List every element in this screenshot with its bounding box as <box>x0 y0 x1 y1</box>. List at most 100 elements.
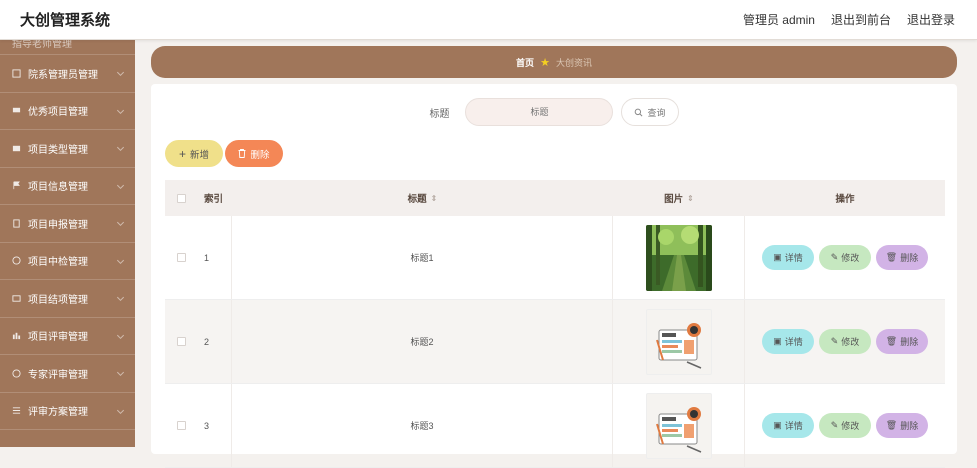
logout-link[interactable]: 退出登录 <box>907 11 955 28</box>
list-icon <box>12 145 21 151</box>
mail-icon <box>12 295 21 302</box>
detail-button[interactable]: ▣ 详情 <box>762 245 814 270</box>
sidebar-item-label: 项目中检管理 <box>28 257 88 269</box>
delete-row-button[interactable]: 🗑 删除 <box>876 329 928 354</box>
trash-icon: 🗑 <box>885 420 898 430</box>
chevron-down-icon <box>116 369 125 377</box>
chevron-down-icon <box>116 144 125 152</box>
search-button[interactable]: 查询 <box>621 98 679 126</box>
table-row: 2 标题2 ▣ 详情 ✎ 修改 🗑 删除 <box>165 300 945 384</box>
building-icon <box>12 69 21 78</box>
row-thumbnail <box>645 392 712 459</box>
remove-label: 删除 <box>900 337 919 347</box>
sidebar-item-dept-admin[interactable]: 院系管理员管理 <box>0 55 135 93</box>
batch-delete-button[interactable]: 删除 <box>225 140 283 167</box>
remove-label: 删除 <box>900 253 919 263</box>
remove-label: 删除 <box>900 421 919 431</box>
row-checkbox[interactable] <box>177 337 186 346</box>
sidebar-item-label: 评审方案管理 <box>28 407 88 419</box>
sidebar-item-type[interactable]: 项目类型管理 <box>0 130 135 168</box>
user-label: 管理员 admin <box>742 13 815 27</box>
row-checkbox[interactable] <box>177 421 186 430</box>
detail-icon: ▣ <box>773 420 782 430</box>
monitor-icon <box>12 108 21 113</box>
delete-row-button[interactable]: 🗑 删除 <box>876 413 928 438</box>
search-label: 标题 <box>429 108 450 120</box>
delete-button-label: 删除 <box>250 149 270 161</box>
search-input[interactable] <box>465 98 614 126</box>
menu-icon <box>12 407 21 414</box>
detail-icon: ▣ <box>773 252 782 262</box>
sidebar-item-excellent[interactable]: 优秀项目管理 <box>0 93 135 130</box>
detail-button[interactable]: ▣ 详情 <box>762 329 814 354</box>
header-title[interactable]: 标题 <box>408 191 427 205</box>
header-index: 索引 <box>204 194 224 205</box>
pencil-icon: ✎ <box>830 252 839 262</box>
sidebar-item-midcheck[interactable]: 项目中检管理 <box>0 243 135 280</box>
to-front-link[interactable]: 退出到前台 <box>831 11 891 28</box>
add-button-label: 新增 <box>190 149 210 161</box>
row-title: 标题2 <box>410 337 434 347</box>
sidebar-item-info[interactable]: 项目信息管理 <box>0 168 135 205</box>
plus-icon: + <box>178 146 186 161</box>
chevron-down-icon <box>116 331 125 339</box>
sidebar-item-closing[interactable]: 项目结项管理 <box>0 280 135 318</box>
sidebar-item-label: 优秀项目管理 <box>28 107 88 119</box>
chevron-down-icon <box>116 256 125 264</box>
sidebar-item-apply[interactable]: 项目申报管理 <box>0 205 135 243</box>
top-bar: 大创管理系统 管理员 admin 退出到前台 退出登录 <box>0 0 977 40</box>
detail-label: 详情 <box>784 253 803 263</box>
edit-label: 修改 <box>841 337 860 347</box>
sidebar-item-scheme[interactable]: 评审方案管理 <box>0 393 135 430</box>
sidebar-item-label: 项目类型管理 <box>28 144 88 156</box>
select-all-checkbox[interactable] <box>177 193 186 203</box>
detail-icon: ▣ <box>773 336 782 346</box>
edit-label: 修改 <box>841 253 860 263</box>
edit-button[interactable]: ✎ 修改 <box>819 413 871 438</box>
edit-button[interactable]: ✎ 修改 <box>819 245 871 270</box>
edit-button[interactable]: ✎ 修改 <box>819 329 871 354</box>
row-checkbox[interactable] <box>177 253 186 262</box>
sort-icon[interactable]: ⇕ <box>431 194 438 203</box>
detail-label: 详情 <box>784 337 803 347</box>
edit-label: 修改 <box>841 421 860 431</box>
chevron-down-icon <box>116 106 125 114</box>
trash-icon <box>238 149 246 158</box>
row-index: 1 <box>204 252 210 263</box>
pencil-icon: ✎ <box>830 336 839 346</box>
chevron-down-icon <box>116 181 125 189</box>
star-icon: ★ <box>540 56 550 69</box>
search-button-label: 查询 <box>647 107 666 118</box>
detail-button[interactable]: ▣ 详情 <box>762 413 814 438</box>
chevron-down-icon <box>116 219 125 227</box>
breadcrumb-current: 大创资讯 <box>555 57 592 68</box>
header-image[interactable]: 图片 <box>664 191 683 205</box>
table-row: 3 标题3 ▣ 详情 ✎ 修改 🗑 删除 <box>165 384 945 468</box>
add-button[interactable]: + 新增 <box>165 140 223 167</box>
row-thumbnail <box>645 224 712 291</box>
data-table: 索引 标题 ⇕ 图片 ⇕ 操作 1 标题1 ▣ 详情 ✎ 修改 🗑 删除 2 标… <box>165 180 945 468</box>
table-row: 1 标题1 ▣ 详情 ✎ 修改 🗑 删除 <box>165 216 945 300</box>
header-ops: 操作 <box>835 194 855 205</box>
search-bar: 标题 查询 <box>151 98 957 126</box>
sidebar-item-expert[interactable]: 专家评审管理 <box>0 355 135 393</box>
sort-icon[interactable]: ⇕ <box>687 194 694 203</box>
sidebar-item-label: 项目信息管理 <box>28 182 88 194</box>
sidebar-item-label: 院系管理员管理 <box>28 69 98 81</box>
sidebar-item-label: 专家评审管理 <box>28 369 88 381</box>
row-index: 3 <box>204 420 210 431</box>
sidebar: 指导老师管理 院系管理员管理 优秀项目管理 项目类型管理 项目信息管理 项目申报… <box>0 40 135 447</box>
pencil-icon: ✎ <box>830 420 839 430</box>
delete-row-button[interactable]: 🗑 删除 <box>876 245 928 270</box>
detail-label: 详情 <box>784 421 803 431</box>
sidebar-item-label: 项目结项管理 <box>28 294 88 306</box>
chevron-down-icon <box>116 294 125 302</box>
sidebar-item-label: 指导老师管理 <box>12 40 72 50</box>
document-icon <box>13 219 20 228</box>
sidebar-item-review[interactable]: 项目评审管理 <box>0 318 135 355</box>
row-title: 标题3 <box>410 421 434 431</box>
flag-icon <box>13 181 20 190</box>
news-icon <box>655 406 701 453</box>
sidebar-item-teacher[interactable]: 指导老师管理 <box>0 40 135 55</box>
breadcrumb-home[interactable]: 首页 <box>516 56 534 69</box>
